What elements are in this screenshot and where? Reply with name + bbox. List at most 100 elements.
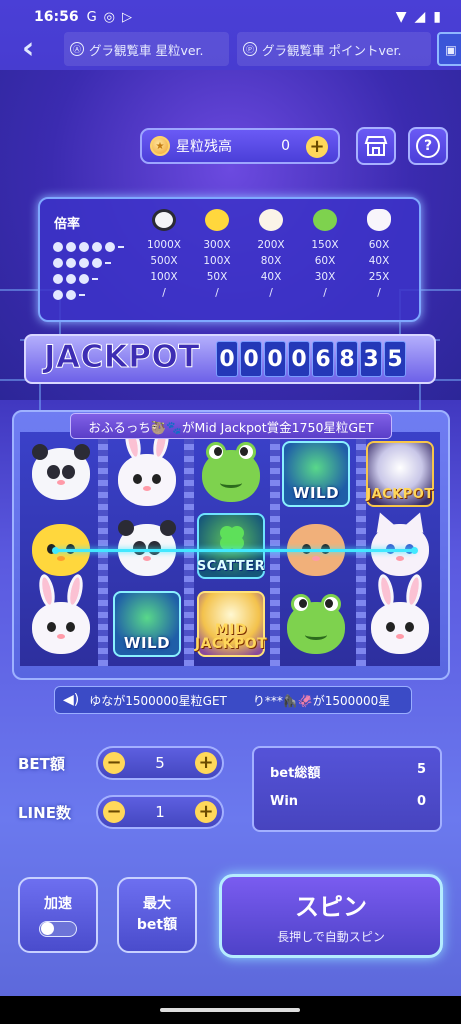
payout-col-chick: 300X 100X 50X / [192, 209, 242, 301]
battery-icon: ▮ [433, 9, 441, 25]
chick-icon [205, 209, 229, 231]
line-indicators [53, 239, 124, 303]
wild-label: WILD [123, 634, 171, 652]
payout-value: 30X [314, 271, 336, 283]
help-button[interactable]: ? [408, 127, 448, 165]
max-bet-button[interactable]: 最大 bet額 [117, 877, 197, 953]
line-increase-button[interactable]: + [194, 801, 217, 823]
jackpot-digit: 0 [264, 341, 286, 377]
frog-icon [313, 209, 337, 231]
jackpot-label: JACKPOT [43, 339, 201, 376]
jackpot-counter: 0 0 0 0 6 8 3 5 [216, 341, 406, 377]
speaker-icon: ◀) [63, 692, 80, 708]
speed-label: 加速 [44, 895, 72, 912]
add-balance-button[interactable]: + [306, 136, 328, 158]
play-icon: ▷ [122, 9, 132, 25]
tab-grid[interactable]: ▣ [437, 32, 461, 66]
payout-value: 100X [150, 271, 178, 283]
wild-label: WILD [292, 484, 340, 502]
notification-icons: G ◎ ▷ [87, 10, 132, 25]
back-chevron-icon[interactable]: ‹ [22, 32, 48, 66]
winners-ticker: ◀) ゆなが1500000星粒GET り***🦍🦑が1500000星 [54, 686, 412, 714]
payout-value: / [269, 287, 273, 299]
line-value: 1 [155, 803, 165, 821]
star-coin-icon: ★ [150, 136, 170, 156]
shop-button[interactable] [356, 127, 396, 165]
win-value: 0 [416, 794, 426, 809]
bet-decrease-button[interactable]: − [103, 752, 125, 774]
reel-symbol-jackpot: JACKPOT [365, 440, 435, 508]
max-bet-label-2: bet額 [136, 917, 178, 933]
spin-label: スピン [295, 893, 367, 921]
speed-toggle[interactable] [39, 920, 77, 937]
balance-display: ★ 星粒残高 0 + [140, 128, 340, 164]
home-handle[interactable] [160, 1008, 300, 1012]
payout-value: 200X [257, 239, 285, 251]
payout-value: 300X [203, 239, 231, 251]
tab-bar: ‹ Ⓐ グラ観覧車 星粒ver. Ⓟ グラ観覧車 ポイントver. ▣ [0, 30, 461, 70]
grid-icon: ▣ [445, 41, 457, 57]
jackpot-digit: 5 [384, 341, 406, 377]
signal-icon: ◢ [414, 9, 426, 25]
reel-symbol-frog [196, 442, 266, 510]
bunny-icon [367, 209, 391, 231]
reel-symbol-wild: WILD [112, 590, 182, 658]
payout-value: 500X [150, 255, 178, 267]
speed-toggle-button[interactable]: 加速 [18, 877, 98, 953]
spin-button[interactable]: スピン 長押しで自動スピン [219, 874, 443, 958]
bet-total-label: bet総額 [270, 766, 321, 781]
status-bar: 16:56 G ◎ ▷ ▼ ◢ ▮ [0, 0, 461, 34]
jackpot-symbol-label: JACKPOT [366, 487, 434, 502]
tab-star-version[interactable]: Ⓐ グラ観覧車 星粒ver. [64, 32, 229, 66]
reel-symbol-scatter: SCATTER [196, 512, 266, 580]
bet-total-value: 5 [416, 762, 426, 777]
win-label: Win [270, 794, 299, 809]
payout-value: 60X [314, 255, 336, 267]
payout-value: 40X [260, 271, 282, 283]
jackpot-digit: 0 [288, 341, 310, 377]
jackpot-panel: JACKPOT 0 0 0 0 6 8 3 5 [24, 334, 436, 384]
scatter-label: SCATTER [196, 559, 266, 574]
tab-icon: Ⓟ [243, 42, 257, 56]
spin-sublabel: 長押しで自動スピン [277, 930, 385, 944]
reel-symbol-panda [26, 440, 96, 508]
panda-icon [152, 209, 176, 231]
shop-icon [364, 136, 388, 156]
payout-value: 25X [368, 271, 390, 283]
balance-value: 0 [281, 138, 290, 154]
payout-value: 100X [203, 255, 231, 267]
reel-symbol-frog [281, 594, 351, 662]
payout-table: 倍率 1000X 500X 100X / 300X 100X 50X / 200… [38, 197, 421, 322]
tab-icon: Ⓐ [70, 42, 84, 56]
payout-value: 1000X [147, 239, 181, 251]
jackpot-digit: 6 [312, 341, 334, 377]
payout-col-sheep: 200X 80X 40X / [246, 209, 296, 301]
reel-symbol-mid-jackpot: MID JACKPOT [194, 590, 268, 658]
tab-label: グラ観覧車 ポイントver. [262, 42, 402, 58]
shield-icon: ◎ [103, 9, 115, 25]
system-nav-bar [0, 996, 461, 1024]
wifi-icon: ▼ [395, 9, 407, 25]
payout-value: 40X [368, 255, 390, 267]
reel-symbol-bunny [26, 572, 96, 662]
payout-col-bunny: 60X 40X 25X / [354, 209, 404, 301]
bet-stepper: − 5 + [96, 746, 224, 780]
line-stepper: − 1 + [96, 795, 224, 829]
question-icon: ? [416, 134, 440, 158]
reel-symbol-wild: WILD [281, 440, 351, 508]
payout-col-frog: 150X 60X 30X / [300, 209, 350, 301]
payout-value: / [215, 287, 219, 299]
jackpot-digit: 0 [216, 341, 238, 377]
payout-col-panda: 1000X 500X 100X / [139, 209, 189, 301]
ticker-message: ゆなが1500000星粒GET [89, 693, 227, 708]
bet-increase-button[interactable]: + [194, 752, 217, 774]
tab-label: グラ観覧車 星粒ver. [89, 42, 204, 58]
balance-label: 星粒残高 [176, 139, 232, 155]
mid-jackpot-label: MID JACKPOT [194, 622, 268, 652]
tab-point-version[interactable]: Ⓟ グラ観覧車 ポイントver. [237, 32, 431, 66]
line-decrease-button[interactable]: − [103, 801, 125, 823]
sheep-icon [259, 209, 283, 231]
active-payline [52, 547, 418, 554]
payout-value: / [323, 287, 327, 299]
payout-value: 150X [311, 239, 339, 251]
